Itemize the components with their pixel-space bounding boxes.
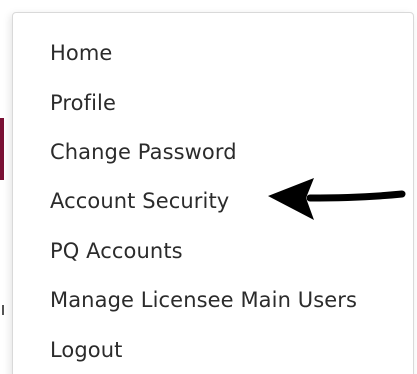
left-arrow-icon — [268, 178, 406, 220]
menu-item-change-password[interactable]: Change Password — [50, 135, 237, 169]
background-edge-mark — [2, 305, 4, 315]
menu-item-profile[interactable]: Profile — [50, 86, 116, 120]
menu-item-manage-licensee-main-users[interactable]: Manage Licensee Main Users — [50, 283, 357, 317]
menu-item-account-security[interactable]: Account Security — [50, 184, 229, 218]
menu-item-pq-accounts[interactable]: PQ Accounts — [50, 234, 183, 268]
background-accent-strip — [0, 118, 4, 180]
menu-item-home[interactable]: Home — [50, 36, 112, 70]
menu-item-logout[interactable]: Logout — [50, 333, 123, 367]
page: Home Profile Change Password Account Sec… — [0, 0, 417, 374]
